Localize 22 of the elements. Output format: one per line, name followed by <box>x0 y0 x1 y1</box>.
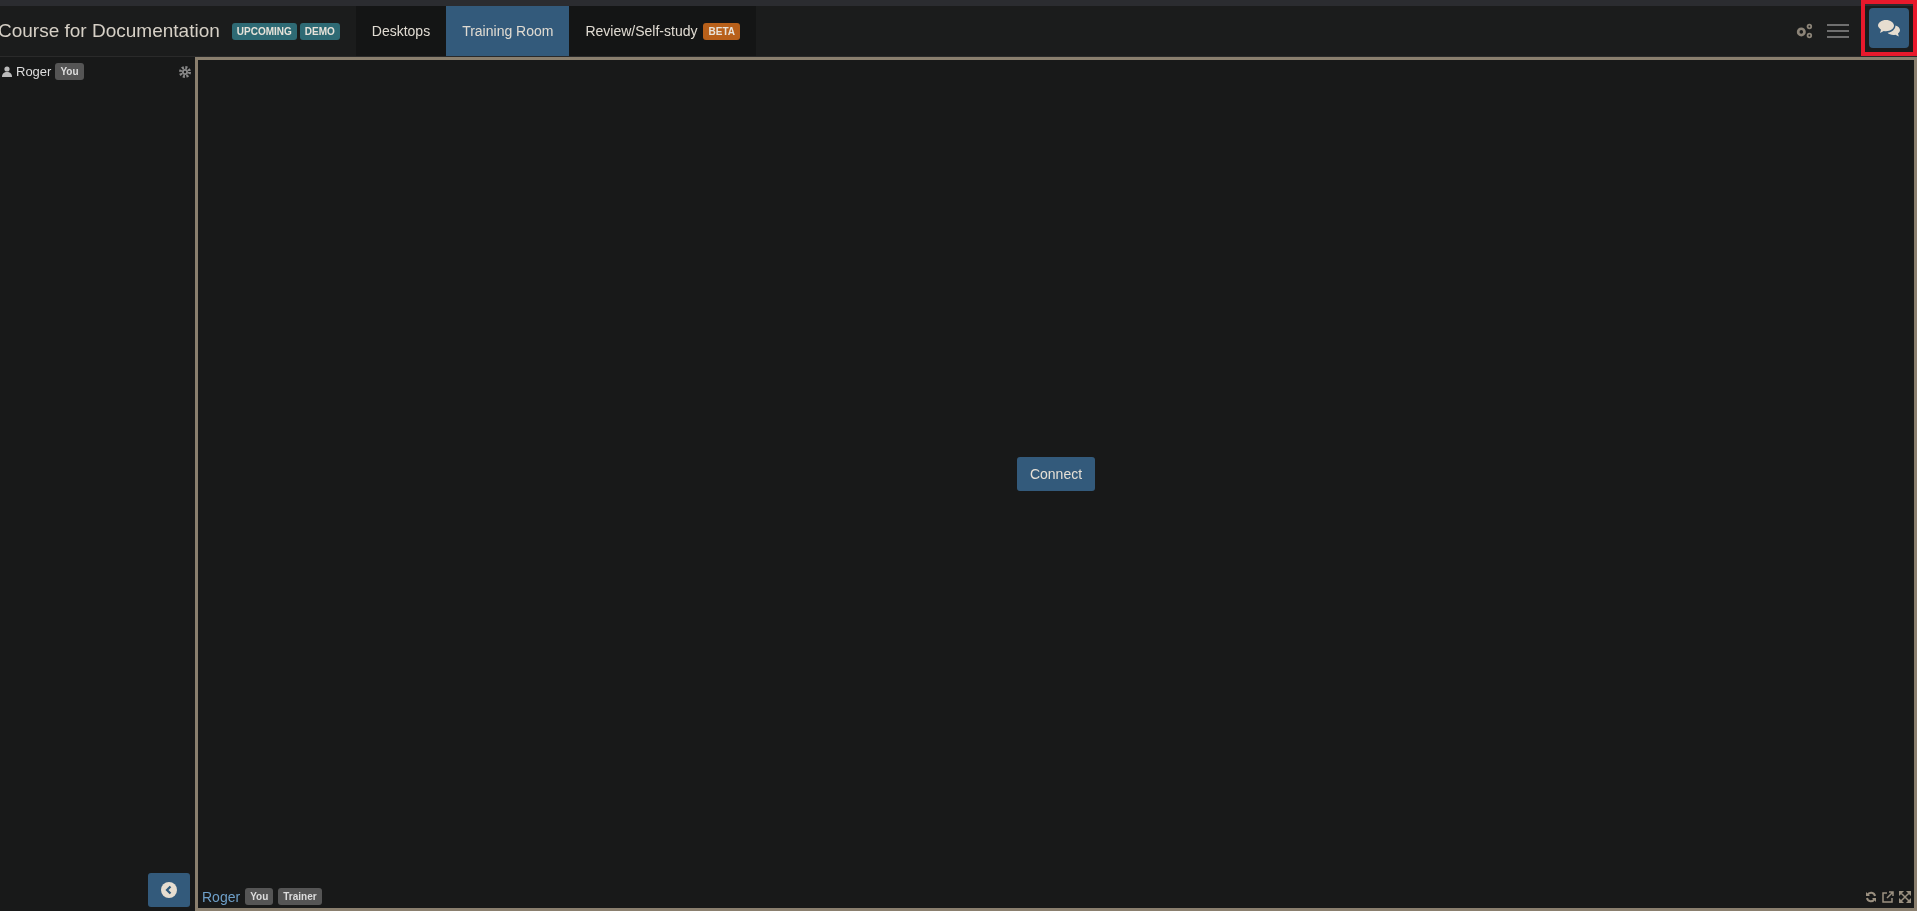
refresh-icon[interactable] <box>1865 890 1877 903</box>
presenter-name: Roger <box>202 888 241 905</box>
nav-tab[interactable]: Training Room <box>446 6 570 56</box>
status-badge: DEMO <box>299 22 340 40</box>
menu-icon[interactable] <box>1827 23 1849 39</box>
user-icon <box>2 66 12 77</box>
external-link-icon[interactable] <box>1882 890 1894 903</box>
nav-tab[interactable]: Review/Self-study BETA <box>569 6 756 56</box>
role-badge: You <box>245 888 274 905</box>
chevron-left-icon <box>161 882 177 898</box>
gear-icon[interactable] <box>179 65 191 78</box>
status-badge: UPCOMING <box>231 22 297 40</box>
participant-name: Roger <box>16 64 52 79</box>
nav-tab[interactable]: Desktops <box>355 6 447 56</box>
beta-badge: BETA <box>703 22 740 40</box>
fullscreen-icon[interactable] <box>1899 890 1911 903</box>
connect-button[interactable]: Connect <box>1016 457 1096 491</box>
role-badge: Trainer <box>278 888 322 905</box>
you-badge: You <box>55 63 84 80</box>
speech-bubbles-icon <box>1877 18 1901 38</box>
chat-button[interactable] <box>1869 8 1909 48</box>
collapse-button[interactable] <box>148 873 190 907</box>
